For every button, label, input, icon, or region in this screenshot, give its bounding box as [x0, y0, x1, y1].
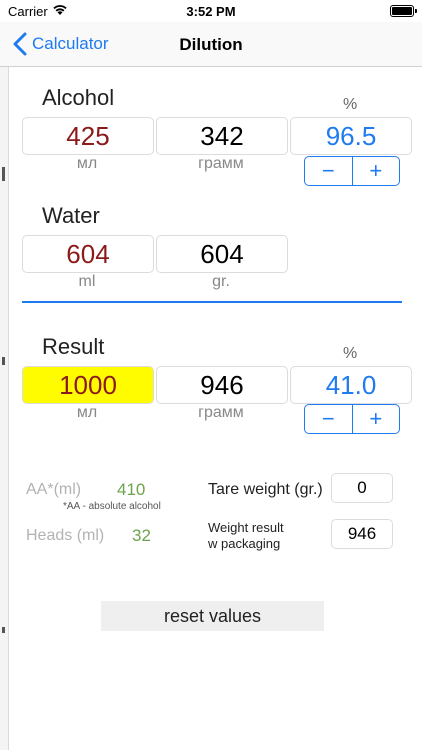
alcohol-percent-field[interactable]: 96.5 [290, 117, 412, 155]
weight-result-field[interactable]: 946 [331, 519, 393, 549]
alcohol-weight-field[interactable]: 342 [156, 117, 288, 155]
result-title: Result [42, 334, 105, 359]
water-weight-field[interactable]: 604 [156, 235, 288, 273]
water-volume-field[interactable]: 604 [22, 235, 154, 273]
weight-result-label-line-2: w packaging [208, 536, 281, 551]
page-title: Dilution [179, 35, 243, 54]
section-divider [22, 301, 402, 303]
alcohol-volume-unit: мл [76, 155, 98, 172]
navigation-bar: Calculator Dilution [0, 22, 422, 67]
water-weight-unit: gr. [212, 273, 230, 290]
reset-values-button[interactable]: reset values [101, 601, 324, 631]
alcohol-weight-unit: грамм [198, 155, 244, 172]
tare-weight-label: Tare weight (gr.) [208, 481, 323, 498]
heads-label: Heads (ml) [26, 527, 105, 544]
result-percent-field[interactable]: 41.0 [290, 366, 412, 404]
background-view-edge [0, 67, 9, 750]
alcohol-percent-label: % [343, 96, 358, 113]
alcohol-percent-increment-button[interactable]: + [351, 157, 400, 185]
alcohol-percent-decrement-button[interactable]: − [305, 157, 352, 185]
result-volume-unit: мл [76, 404, 98, 421]
status-bar: Carrier 3:52 PM [0, 0, 422, 22]
weight-result-label: Weight result w packaging [208, 520, 284, 552]
absolute-alcohol-label: AA*(ml) [26, 481, 82, 498]
result-percent-increment-button[interactable]: + [351, 405, 400, 433]
result-percent-label: % [343, 345, 358, 362]
result-volume-field[interactable]: 1000 [22, 366, 154, 404]
battery-icon [390, 5, 417, 17]
alcohol-percent-stepper[interactable]: − + [304, 156, 400, 186]
water-volume-unit: ml [78, 273, 96, 290]
alcohol-volume-field[interactable]: 425 [22, 117, 154, 155]
water-title: Water [42, 203, 100, 228]
result-weight-unit: грамм [198, 404, 244, 421]
result-percent-decrement-button[interactable]: − [305, 405, 352, 433]
absolute-alcohol-value: 410 [117, 480, 146, 499]
tare-weight-field[interactable]: 0 [331, 473, 393, 503]
result-percent-stepper[interactable]: − + [304, 404, 400, 434]
absolute-alcohol-note: *AA - absolute alcohol [63, 501, 161, 512]
alcohol-title: Alcohol [42, 85, 115, 110]
weight-result-label-line-1: Weight result [208, 520, 284, 535]
status-time: 3:52 PM [186, 4, 236, 19]
heads-value: 32 [132, 526, 151, 545]
result-weight-field[interactable]: 946 [156, 366, 288, 404]
